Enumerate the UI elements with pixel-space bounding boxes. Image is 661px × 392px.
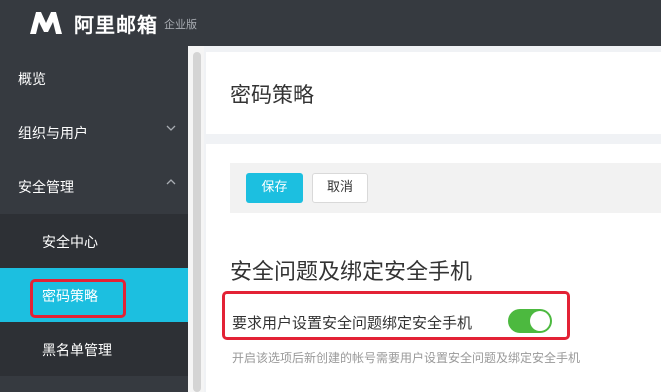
sidebar-subitem-blacklist[interactable]: 黑名单管理	[0, 322, 188, 376]
section-title: 安全问题及绑定安全手机	[230, 260, 473, 285]
sidebar-item-label: 安全管理	[18, 180, 74, 196]
m-logo-icon[interactable]	[28, 10, 64, 36]
page-title: 密码策略	[230, 83, 314, 107]
highlight-box	[30, 279, 126, 318]
main-content: 保存 取消 安全问题及绑定安全手机 要求用户设置安全问题绑定安全手机 开启该选项…	[206, 144, 661, 392]
brand-name[interactable]: 阿里邮箱	[74, 9, 158, 38]
chevron-up-icon	[166, 179, 176, 185]
page-header: 密码策略	[206, 52, 661, 134]
sidebar-item-overview[interactable]: 概览	[0, 51, 188, 105]
setting-label: 要求用户设置安全问题绑定安全手机	[232, 314, 473, 332]
sidebar-item-security[interactable]: 安全管理	[0, 159, 188, 213]
chevron-down-icon	[166, 125, 176, 131]
cancel-button[interactable]: 取消	[312, 173, 368, 203]
sidebar-item-label: 组织与用户	[18, 126, 88, 142]
security-setting-toggle[interactable]	[508, 309, 552, 333]
toolbar: 保存 取消	[230, 163, 661, 213]
setting-description: 开启该选项后新创建的帐号需要用户设置安全问题及绑定安全手机	[232, 351, 581, 365]
sidebar-scrollbar-thumb[interactable]	[193, 52, 201, 392]
sidebar-item-org-users[interactable]: 组织与用户	[0, 105, 188, 159]
top-bar: 阿里邮箱 企业版	[0, 0, 661, 46]
sidebar-item-label: 概览	[18, 72, 46, 88]
brand-edition: 企业版	[164, 18, 197, 31]
sidebar-subitem-security-center[interactable]: 安全中心	[0, 214, 188, 268]
toggle-knob	[530, 311, 550, 331]
sidebar-subitem-label: 黑名单管理	[42, 343, 112, 359]
save-button[interactable]: 保存	[246, 173, 303, 203]
sidebar: 概览 组织与用户 安全管理 安全中心 密码策略 黑名单管理	[0, 46, 188, 392]
sidebar-subitem-label: 安全中心	[42, 235, 98, 251]
